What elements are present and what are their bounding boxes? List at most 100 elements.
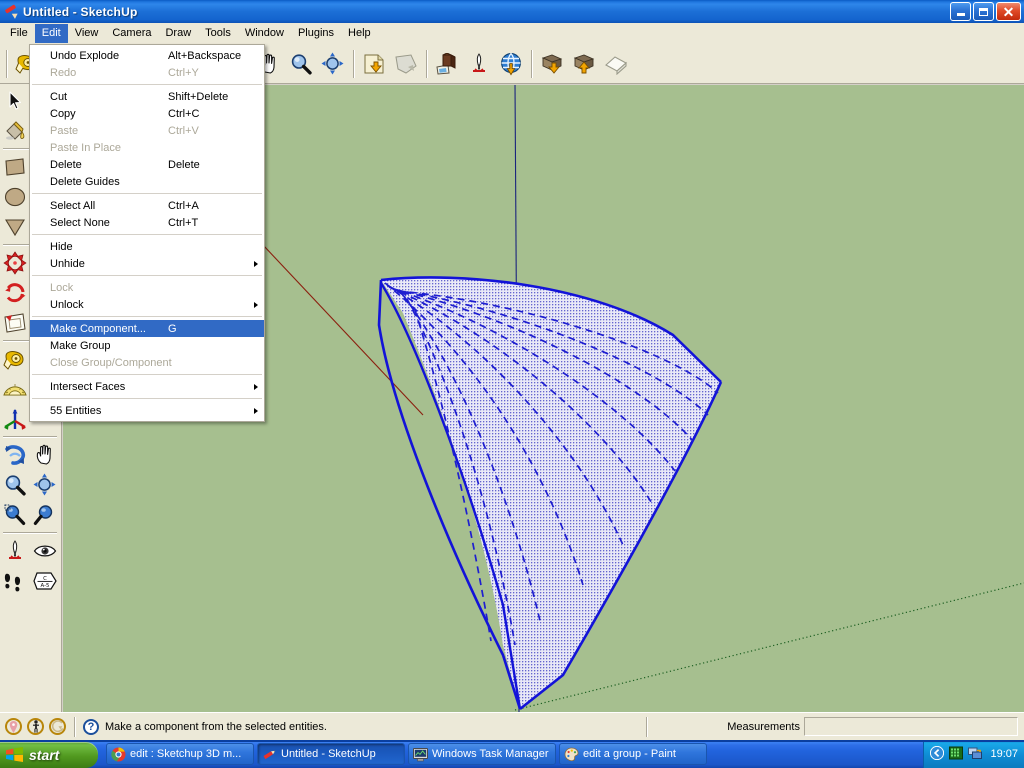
menu-item-label: Paste xyxy=(50,124,79,137)
taskbar-task-label: edit a group - Paint xyxy=(583,748,676,760)
menu-item-select-none[interactable]: Select None Ctrl+T xyxy=(30,214,264,231)
menu-file[interactable]: File xyxy=(3,24,35,43)
show-hidden-chevron-icon[interactable] xyxy=(930,745,945,763)
taskbar-task[interactable]: Untitled - SketchUp xyxy=(257,743,405,765)
close-button[interactable]: ✕ xyxy=(996,2,1021,21)
edit-menu-dropdown[interactable]: Undo Explode Alt+Backspace Redo Ctrl+Y Cut Sh… xyxy=(29,44,265,422)
protractor-icon[interactable] xyxy=(0,374,30,404)
menu-window[interactable]: Window xyxy=(238,24,291,43)
menu-item-delete-guides[interactable]: Delete Guides xyxy=(30,173,264,190)
menu-separator xyxy=(32,84,262,85)
position-camera-icon[interactable] xyxy=(463,48,495,80)
maximize-button[interactable] xyxy=(973,2,994,21)
zoom-window-icon[interactable] xyxy=(0,500,30,530)
rotate-icon[interactable] xyxy=(0,278,30,308)
window-title: Untitled - SketchUp xyxy=(23,4,138,19)
zoom-magnifier-icon[interactable] xyxy=(0,470,30,500)
menu-item-unlock[interactable]: Unlock xyxy=(30,296,264,313)
network-activity-icon[interactable] xyxy=(949,746,964,763)
menu-item-label: Cut xyxy=(50,90,68,103)
upload-layout-icon[interactable] xyxy=(568,48,600,80)
menu-item-copy[interactable]: Copy Ctrl+C xyxy=(30,105,264,122)
system-notify-icon[interactable] xyxy=(968,746,983,763)
taskbar-clock[interactable]: 19:07 xyxy=(990,748,1018,760)
tape-measure-icon[interactable] xyxy=(0,344,30,374)
section-plane-icon[interactable]: C A-5 xyxy=(30,566,60,596)
position-camera-icon[interactable] xyxy=(0,536,30,566)
menu-item-intersect-faces[interactable]: Intersect Faces xyxy=(30,378,264,395)
menu-tools[interactable]: Tools xyxy=(198,24,238,43)
menu-item-hide[interactable]: Hide xyxy=(30,238,264,255)
menu-item-label: Close Group/Component xyxy=(50,356,172,369)
orbit-icon[interactable] xyxy=(0,440,30,470)
walk-footsteps-icon[interactable] xyxy=(0,566,30,596)
menu-camera[interactable]: Camera xyxy=(105,24,158,43)
menu-separator xyxy=(32,398,262,399)
menu-item-shortcut: Ctrl+Y xyxy=(168,66,199,79)
geo-location-icon[interactable] xyxy=(5,718,22,735)
menu-item-label: Select None xyxy=(50,216,110,229)
toolbar-separator xyxy=(531,49,532,78)
menu-item-label: Make Group xyxy=(50,339,111,352)
submenu-arrow-icon xyxy=(254,407,258,414)
minimize-button[interactable] xyxy=(950,2,971,21)
taskbar-task[interactable]: Windows Task Manager xyxy=(408,743,556,765)
selected-surface[interactable] xyxy=(377,276,723,711)
zoom-magnifier-icon[interactable] xyxy=(285,48,317,80)
menu-draw[interactable]: Draw xyxy=(158,24,198,43)
person-scale-icon[interactable] xyxy=(27,718,44,735)
shadows-face-icon[interactable] xyxy=(390,48,422,80)
menu-help[interactable]: Help xyxy=(341,24,378,43)
menu-item-delete[interactable]: Delete Delete xyxy=(30,156,264,173)
menu-item-undo-explode[interactable]: Undo Explode Alt+Backspace xyxy=(30,47,264,64)
menu-item-label: Undo Explode xyxy=(50,49,120,62)
zoom-extents-icon[interactable] xyxy=(30,470,60,500)
select-arrow-icon[interactable] xyxy=(0,86,30,116)
look-around-eye-icon[interactable] xyxy=(30,536,60,566)
window-controls: ✕ xyxy=(950,2,1021,21)
download-layout-icon[interactable] xyxy=(536,48,568,80)
menu-item-close-group-component: Close Group/Component xyxy=(30,354,264,371)
toolbar-separator xyxy=(0,530,62,536)
previous-view-icon[interactable] xyxy=(30,500,60,530)
menu-item-make-component[interactable]: Make Component... G xyxy=(30,320,264,337)
get-models-globe-icon[interactable] xyxy=(495,48,527,80)
toolbar-separator xyxy=(6,49,7,78)
move-icon[interactable] xyxy=(0,248,30,278)
taskbar-task-label: Untitled - SketchUp xyxy=(281,748,376,760)
menu-item-make-group[interactable]: Make Group xyxy=(30,337,264,354)
menu-view[interactable]: View xyxy=(68,24,106,43)
solar-north-icon[interactable] xyxy=(49,718,66,735)
menu-item-paste: Paste Ctrl+V xyxy=(30,122,264,139)
taskbar-task[interactable]: edit a group - Paint xyxy=(559,743,707,765)
start-button[interactable]: start xyxy=(0,741,98,768)
submenu-arrow-icon xyxy=(254,260,258,267)
axes-icon[interactable] xyxy=(0,404,30,434)
print-icon[interactable] xyxy=(358,48,390,80)
paint-bucket-icon[interactable] xyxy=(0,116,30,146)
menu-item-select-all[interactable]: Select All Ctrl+A xyxy=(30,197,264,214)
circle-icon[interactable] xyxy=(0,182,30,212)
measurements-input[interactable] xyxy=(804,717,1018,736)
taskbar-task[interactable]: edit : Sketchup 3D m... xyxy=(106,743,254,765)
svg-text:A-5: A-5 xyxy=(41,583,50,589)
menu-item-shortcut: Ctrl+A xyxy=(168,199,199,212)
house-outline-icon[interactable] xyxy=(600,48,632,80)
menu-item-label: Copy xyxy=(50,107,76,120)
pan-hand-icon[interactable] xyxy=(30,440,60,470)
component-browser-icon[interactable] xyxy=(431,48,463,80)
menu-plugins[interactable]: Plugins xyxy=(291,24,341,43)
menu-item-lock: Lock xyxy=(30,279,264,296)
menu-item-shortcut: Ctrl+V xyxy=(168,124,199,137)
menu-edit[interactable]: Edit xyxy=(34,24,68,43)
offset-icon[interactable] xyxy=(0,308,30,338)
polygon-icon[interactable] xyxy=(0,212,30,242)
paint-palette-icon xyxy=(564,747,579,762)
menu-item-cut[interactable]: Cut Shift+Delete xyxy=(30,88,264,105)
rectangle-icon[interactable] xyxy=(0,152,30,182)
menu-item-shortcut: Shift+Delete xyxy=(168,90,229,103)
question-mark-icon[interactable]: ? xyxy=(83,718,99,735)
menu-item-55-entities[interactable]: 55 Entities xyxy=(30,402,264,419)
menu-item-unhide[interactable]: Unhide xyxy=(30,255,264,272)
zoom-extents-icon[interactable] xyxy=(317,48,349,80)
